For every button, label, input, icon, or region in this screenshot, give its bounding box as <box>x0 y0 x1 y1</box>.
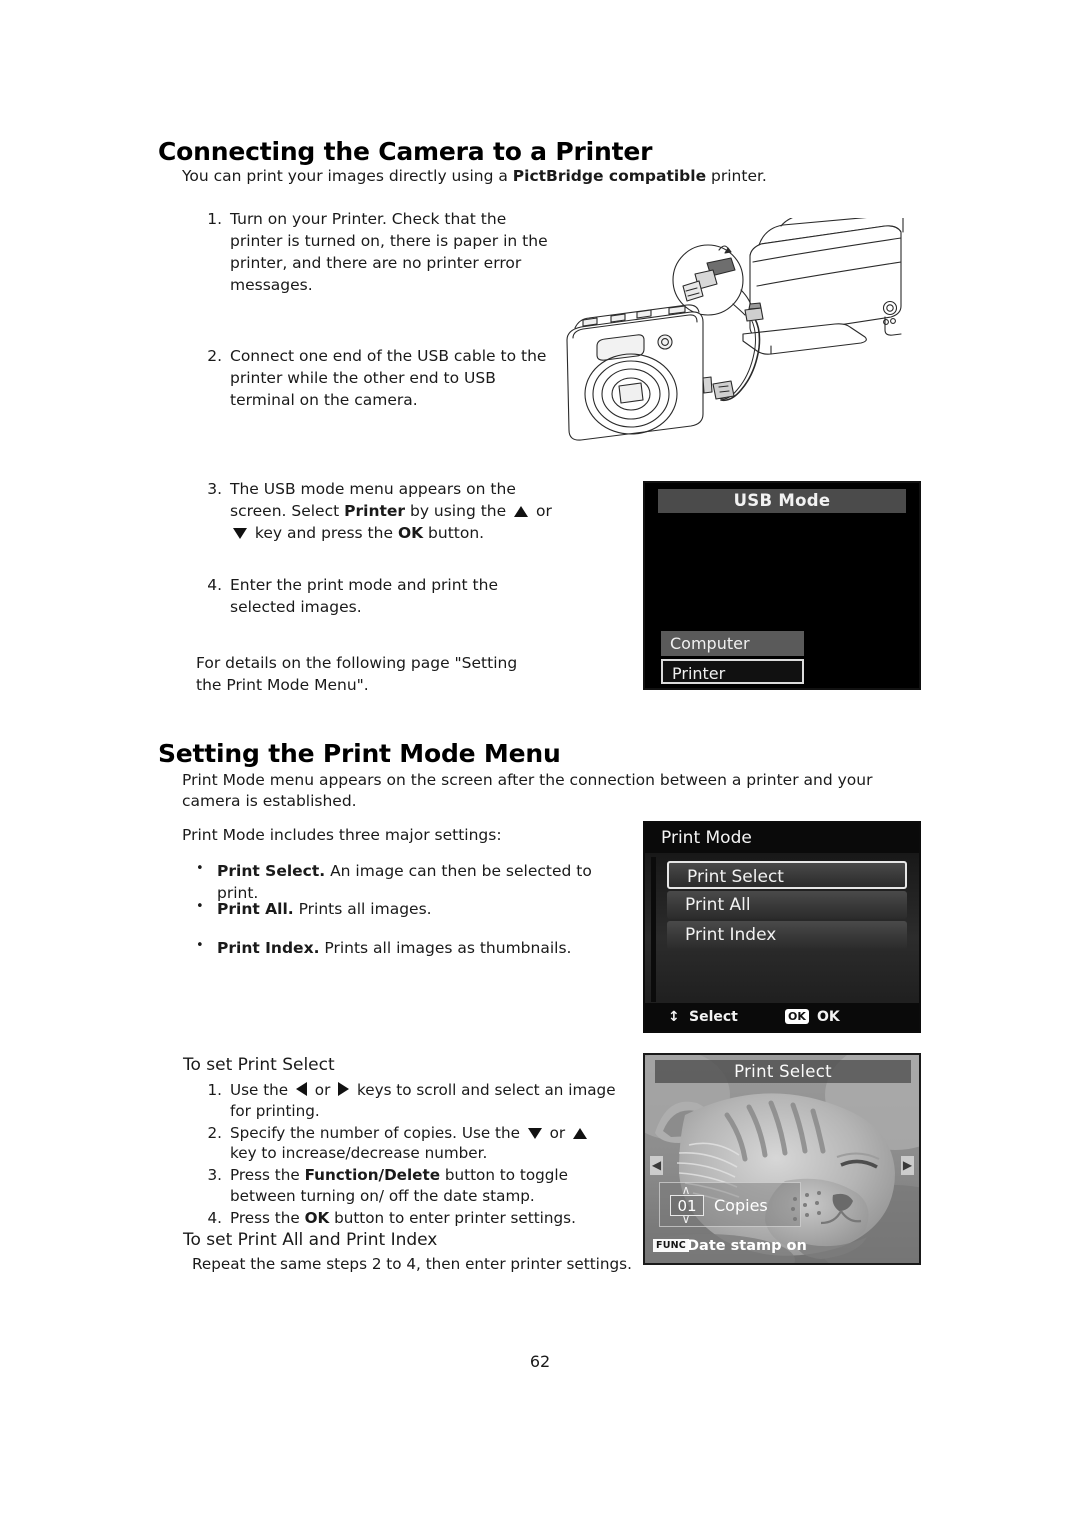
print-mode-screen: Print Mode Print Select Print All Print … <box>643 821 921 1033</box>
next-image-arrow-icon[interactable]: ▶ <box>901 1156 914 1175</box>
arrow-right-icon <box>338 1082 350 1096</box>
print-mode-title: Print Mode <box>645 823 919 853</box>
print-select-steps-list: 1. Use the or keys to scroll and select a… <box>196 1080 621 1230</box>
print-select-step-4: 4. Press the OK button to enter printer s… <box>196 1208 621 1229</box>
print-select-title: Print Select <box>655 1060 911 1083</box>
step-number: 2. <box>207 1123 223 1142</box>
step3-part-b: by using the <box>405 502 512 520</box>
lead-suffix-text: printer. <box>706 167 767 185</box>
print-mode-includes-line: Print Mode includes three major settings… <box>182 826 502 844</box>
bullet-bold-label: Print Index. <box>217 939 320 957</box>
step-text: Connect one end of the USB cable to the … <box>230 347 547 409</box>
print-select-step-3: 3. Press the Function/Delete button to to… <box>196 1165 621 1207</box>
function-delete-bold-text: Function/Delete <box>304 1166 441 1185</box>
step-part-a: Press the <box>230 1208 305 1227</box>
step-number: 3. <box>207 1166 223 1185</box>
updown-arrows-icon: ↕ <box>668 1009 680 1025</box>
print-select-step-1: 1. Use the or keys to scroll and select a… <box>196 1080 621 1122</box>
page-number: 62 <box>529 1352 551 1371</box>
print-select-screen: Print Select ◀ ▶ ∧ 01 Copies ∨ FUNC Date… <box>643 1053 921 1265</box>
arrow-up-icon <box>572 1127 587 1139</box>
ok-bold-text: OK <box>397 524 424 542</box>
bullet-bold-label: Print Select. <box>217 862 326 880</box>
step-number: 2. <box>207 347 222 365</box>
step-item-1: 1. Turn on your Printer. Check that the … <box>196 208 556 296</box>
camera-printer-illustration <box>545 207 945 448</box>
print-all-instruction-text: Repeat the same steps 2 to 4, then enter… <box>192 1255 632 1273</box>
footer-ok-label: OK <box>817 1009 840 1025</box>
bullet-rest-text: Prints all images. <box>293 900 432 918</box>
print-mode-item-print-all[interactable]: Print All <box>667 891 907 919</box>
step-text: Turn on your Printer. Check that the pri… <box>230 210 548 294</box>
chevron-down-icon[interactable]: ∨ <box>676 1213 696 1225</box>
step-part-b: or <box>544 1123 570 1142</box>
bullet-bold-label: Print All. <box>217 900 294 918</box>
bullet-item-print-index: • Print Index. Prints all images as thum… <box>196 938 626 960</box>
step-part-c: key to increase/decrease number. <box>230 1144 488 1163</box>
subheading-print-all-index: To set Print All and Print Index <box>183 1230 438 1250</box>
copies-label: Copies <box>714 1196 768 1215</box>
step3-part-d: key and press the <box>250 524 398 542</box>
step-number: 3. <box>207 480 222 498</box>
arrow-down-icon <box>527 1127 542 1139</box>
step-text: Enter the print mode and print the selec… <box>230 576 498 616</box>
print-select-step-2: 2. Specify the number of copies. Use the … <box>196 1123 621 1165</box>
usb-mode-option-printer[interactable]: Printer <box>661 659 804 684</box>
step-part-b: or <box>309 1081 336 1099</box>
step-item-4: 4. Enter the print mode and print the se… <box>196 574 546 618</box>
step-part-a: Specify the number of copies. Use the <box>230 1123 525 1142</box>
func-button-icon: FUNC <box>653 1239 689 1252</box>
print-mode-footer-bar: ↕ Select OK OK <box>645 1003 919 1031</box>
step3-part-c: or <box>531 502 552 520</box>
print-mode-scroll-strip <box>651 857 656 1002</box>
bullet-item-print-all: • Print All. Prints all images. <box>196 899 626 921</box>
usb-mode-title: USB Mode <box>658 489 906 513</box>
arrow-down-icon <box>233 528 247 539</box>
chevron-up-icon[interactable]: ∧ <box>676 1184 696 1196</box>
printer-bold-text: Printer <box>344 502 406 520</box>
bullet-dot-icon: • <box>196 938 204 953</box>
bullet-text: Print Index. Prints all images as thumbn… <box>217 938 626 960</box>
bullet-item-print-select: • Print Select. An image can then be sel… <box>196 861 626 904</box>
usb-mode-option-computer[interactable]: Computer <box>661 631 804 656</box>
step-item-2: 2. Connect one end of the USB cable to t… <box>196 345 561 411</box>
usb-mode-screen: USB Mode Computer Printer <box>643 481 921 690</box>
copies-stepper[interactable]: ∧ 01 Copies ∨ <box>659 1182 801 1227</box>
bullet-rest-text: Prints all images as thumbnails. <box>319 939 572 957</box>
step-text: The USB mode menu appears on the screen.… <box>230 478 556 544</box>
previous-image-arrow-icon[interactable]: ◀ <box>650 1156 663 1175</box>
step3-part-e: button. <box>423 524 485 542</box>
footer-select-label: Select <box>689 1009 738 1025</box>
pictbridge-bold-text: PictBridge compatible <box>512 167 707 185</box>
arrow-up-icon <box>514 506 529 517</box>
page-title-setting: Setting the Print Mode Menu <box>158 739 561 768</box>
print-mode-item-print-select[interactable]: Print Select <box>667 861 907 889</box>
ok-bold-text: OK <box>304 1208 330 1227</box>
details-note-paragraph: For details on the following page "Setti… <box>196 654 518 694</box>
bullet-text: Print All. Prints all images. <box>217 899 626 921</box>
step-part-a: Press the <box>230 1166 305 1185</box>
page-title-connecting: Connecting the Camera to a Printer <box>158 137 653 166</box>
bullet-text: Print Select. An image can then be selec… <box>217 861 626 904</box>
date-stamp-status-bar: FUNC Date stamp on <box>653 1236 853 1257</box>
step-number: 1. <box>207 210 222 228</box>
step-item-3: 3. The USB mode menu appears on the scre… <box>196 478 556 544</box>
lead-prefix-text: You can print your images directly using… <box>182 167 513 185</box>
ok-button-icon: OK <box>785 1009 809 1024</box>
bullet-dot-icon: • <box>196 899 204 914</box>
step-number: 4. <box>207 576 222 594</box>
arrow-left-icon <box>295 1082 307 1096</box>
lead-paragraph-setting: Print Mode menu appears on the screen af… <box>182 771 873 811</box>
step-part-b: button to enter printer settings. <box>329 1208 576 1227</box>
print-mode-item-print-index[interactable]: Print Index <box>667 921 907 949</box>
step-number: 4. <box>207 1208 223 1227</box>
cat-photo-image <box>645 1055 919 1263</box>
subheading-print-select: To set Print Select <box>183 1055 335 1075</box>
lead-paragraph-connecting: You can print your images directly using… <box>182 166 922 187</box>
step-number: 1. <box>207 1081 223 1099</box>
step-part-a: Use the <box>230 1081 293 1099</box>
bullet-dot-icon: • <box>196 861 204 876</box>
manual-page: Connecting the Camera to a Printer You c… <box>0 0 1080 1527</box>
date-stamp-label: Date stamp on <box>687 1238 807 1254</box>
